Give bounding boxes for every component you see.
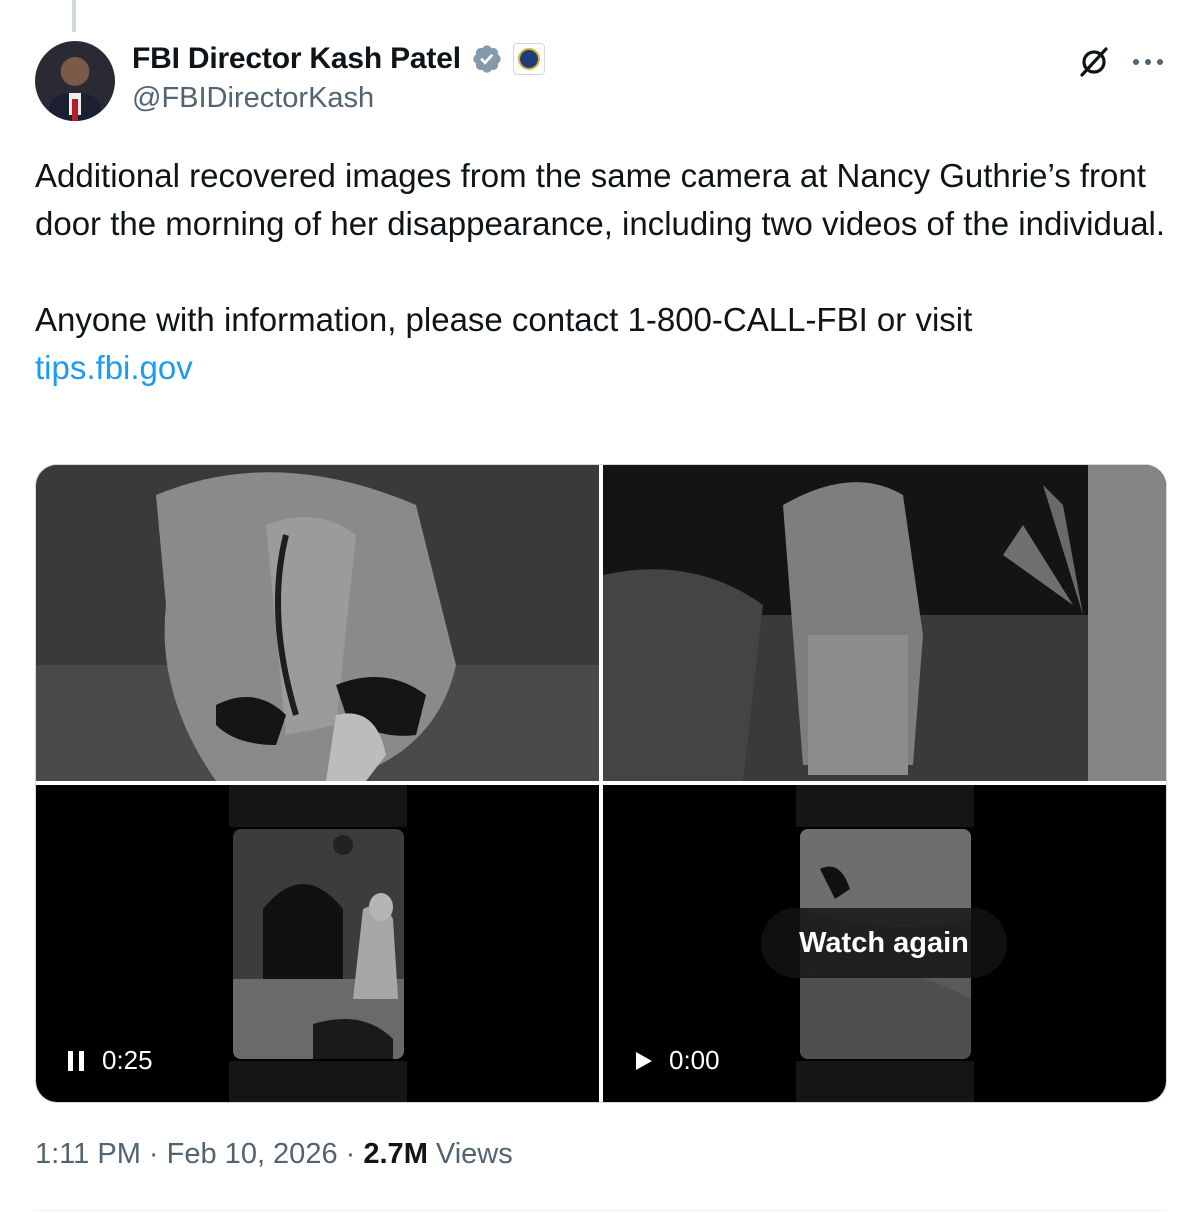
tweet-paragraph: Additional recovered images from the sam… [35,157,1166,242]
video-1-time: 0:25 [102,1045,153,1075]
author-handle[interactable]: @FBIDirectorKash [132,82,374,115]
views-label: Views [435,1138,513,1170]
video-player-2[interactable]: Watch again 0:00 [603,785,1166,1102]
tweet-paragraph-text: Anyone with information, please contact … [35,301,973,338]
play-icon[interactable] [633,1049,653,1073]
more-options-icon[interactable] [1128,42,1168,82]
photo-2[interactable] [603,465,1166,781]
fbi-seal-icon[interactable] [512,43,545,75]
watch-again-button[interactable]: Watch again [761,908,1007,978]
video-1-frame [233,829,404,1059]
tweet-paragraph: Anyone with information, please contact … [35,296,1175,392]
meta-separator: · [345,1138,356,1170]
meta-separator: · [148,1138,159,1170]
divider [35,1210,1165,1211]
author-name-row: FBI Director Kash Patel [132,40,545,78]
media-grid: 0:25 Watch again 0:00 [35,464,1167,1103]
tips-link[interactable]: tips.fbi.gov [35,349,193,386]
photo-1[interactable] [36,465,599,781]
views-count: 2.7M [363,1138,428,1170]
video-1-controls[interactable]: 0:25 [66,1045,153,1076]
tweet-meta: 1:11 PM · Feb 10, 2026 · 2.7M Views [35,1138,513,1171]
author-display-name[interactable]: FBI Director Kash Patel [132,42,461,76]
video-player-1[interactable]: 0:25 [36,785,599,1102]
avatar[interactable] [35,41,115,121]
pause-icon[interactable] [66,1049,86,1073]
tweet-time[interactable]: 1:11 PM [35,1138,141,1170]
tweet-text: Additional recovered images from the sam… [35,152,1175,392]
grok-icon[interactable] [1074,42,1114,82]
video-2-controls[interactable]: 0:00 [633,1045,720,1076]
thread-line [72,0,76,32]
video-2-time: 0:00 [669,1045,720,1075]
tweet-date[interactable]: Feb 10, 2026 [167,1138,338,1170]
verified-badge-icon[interactable] [471,43,503,75]
